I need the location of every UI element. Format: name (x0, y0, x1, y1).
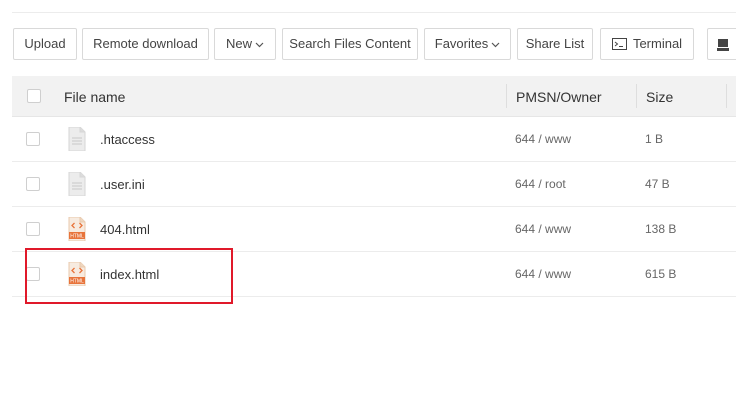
upload-button[interactable]: Upload (13, 28, 77, 60)
chevron-down-icon (255, 42, 264, 47)
file-name[interactable]: .user.ini (100, 162, 145, 207)
highlight-box (25, 248, 233, 304)
file-name[interactable]: .htaccess (100, 117, 155, 162)
header-file-name[interactable]: File name (64, 76, 125, 116)
table-row[interactable]: .user.ini 644 / root 47 B (12, 162, 736, 207)
text-file-icon (68, 172, 86, 196)
row-checkbox[interactable] (26, 132, 40, 146)
file-permission[interactable]: 644 / www (515, 207, 571, 252)
html-file-icon: HTML (68, 217, 86, 241)
table-row[interactable]: .htaccess 644 / www 1 B (12, 117, 736, 162)
upload-label: Upload (24, 36, 66, 51)
top-divider (12, 12, 736, 13)
new-button[interactable]: New (214, 28, 276, 60)
disk-icon (717, 39, 729, 52)
file-permission[interactable]: 644 / root (515, 162, 566, 207)
share-list-label: Share List (525, 36, 585, 51)
new-label: New (225, 36, 252, 51)
remote-download-button[interactable]: Remote download (82, 28, 209, 60)
table-header: File name PMSN/Owner Size (12, 76, 736, 117)
disk-button[interactable] (707, 28, 736, 60)
column-divider (636, 84, 637, 108)
file-permission[interactable]: 644 / www (515, 117, 571, 162)
header-permission-owner[interactable]: PMSN/Owner (516, 76, 602, 116)
select-all-checkbox[interactable] (27, 89, 41, 103)
html-badge-text: HTML (70, 234, 84, 240)
search-files-content-button[interactable]: Search Files Content (282, 28, 418, 60)
column-divider (726, 84, 727, 108)
favorites-button[interactable]: Favorites (424, 28, 511, 60)
terminal-label: Terminal (632, 36, 683, 51)
column-divider (506, 84, 507, 108)
table-row[interactable]: HTML 404.html 644 / www 138 B (12, 207, 736, 252)
remote-download-label: Remote download (93, 36, 198, 51)
row-checkbox[interactable] (26, 222, 40, 236)
file-size: 615 B (645, 267, 677, 281)
file-size: 1 B (645, 132, 664, 146)
text-file-icon (68, 127, 86, 151)
file-size: 138 B (645, 222, 677, 236)
header-size[interactable]: Size (646, 76, 673, 116)
file-permission[interactable]: 644 / www (515, 252, 571, 297)
file-name[interactable]: 404.html (100, 207, 150, 252)
favorites-label: Favorites (434, 36, 489, 51)
file-size: 47 B (645, 177, 670, 191)
chevron-down-icon (491, 42, 500, 47)
search-files-content-label: Search Files Content (289, 36, 411, 51)
share-list-button[interactable]: Share List (517, 28, 593, 60)
row-checkbox[interactable] (26, 177, 40, 191)
terminal-icon (611, 37, 627, 50)
terminal-button[interactable]: Terminal (600, 28, 694, 60)
